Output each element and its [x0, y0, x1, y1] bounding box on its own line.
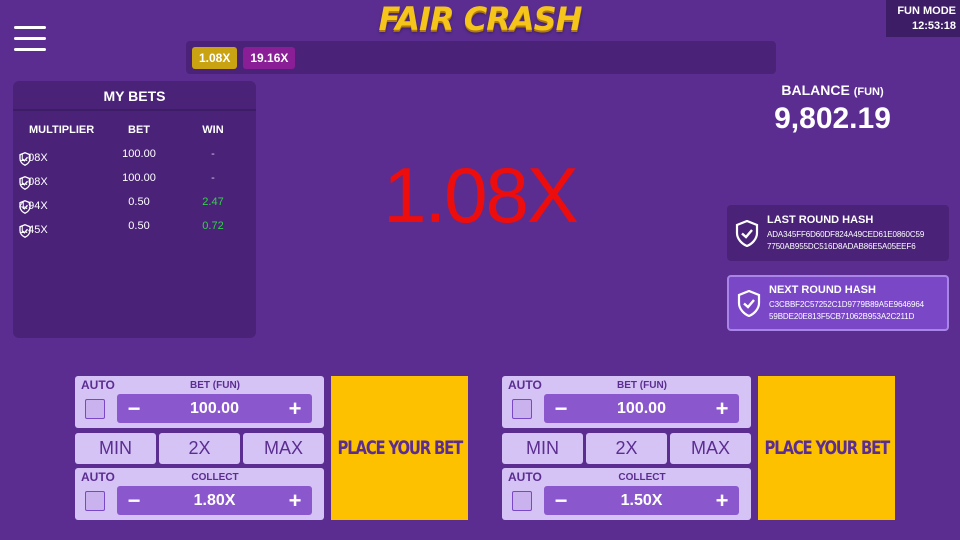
collect-increase-button[interactable]: +: [713, 489, 731, 512]
collect-label: COLLECT: [618, 472, 666, 483]
next-round-hash-line1: C3CBBF2C57252C1D9779B89A5E9646964: [769, 299, 925, 309]
bet-row-win: 2.47: [202, 196, 224, 208]
bet-decrease-button[interactable]: −: [125, 397, 143, 420]
place-bet-button[interactable]: PLACE YOUR BET: [758, 376, 895, 520]
collect-value[interactable]: 1.80X: [194, 492, 236, 510]
current-multiplier: 1.08X: [383, 151, 579, 239]
min-bet-button[interactable]: MIN: [502, 433, 583, 464]
balance-label: BALANCE (FUN): [730, 82, 935, 98]
collect-row: AUTO COLLECT − 1.50X +: [502, 468, 751, 520]
history-chip[interactable]: 19.16X: [243, 46, 296, 69]
collect-decrease-button[interactable]: −: [125, 489, 143, 512]
bet-row: 4.94X 0.50 2.47: [13, 191, 256, 215]
max-bet-button[interactable]: MAX: [243, 433, 324, 464]
last-round-hash-line2: 7750AB955DC516D8ADAB86E5A05EEF6: [767, 241, 916, 251]
collect-row: AUTO COLLECT − 1.80X +: [75, 468, 324, 520]
min-bet-button[interactable]: MIN: [75, 433, 156, 464]
auto-collect-label: AUTO: [508, 470, 542, 484]
header-multiplier: MULTIPLIER: [29, 124, 95, 136]
history-chip[interactable]: 1.08X: [192, 46, 238, 69]
bet-row: 1.08X 100.00 -: [13, 167, 256, 191]
bet-row-multiplier: 1.08X: [19, 152, 48, 164]
bet-row-win: 0.72: [202, 220, 224, 232]
auto-bet-checkbox[interactable]: [512, 399, 532, 419]
auto-bet-label: AUTO: [508, 378, 542, 392]
bet-amount-stepper: − 100.00 +: [117, 394, 312, 423]
place-bet-label: PLACE YOUR BET: [337, 437, 463, 459]
bet-decrease-button[interactable]: −: [552, 397, 570, 420]
last-round-hash-panel: LAST ROUND HASH ADA345FF6D60DF824A49CED6…: [727, 205, 949, 261]
game-logo: FAIR CRASH: [378, 0, 583, 38]
shield-check-icon: [737, 289, 761, 317]
shield-check-icon: [735, 219, 759, 247]
max-bet-button[interactable]: MAX: [670, 433, 751, 464]
fun-mode-label: FUN MODE: [897, 5, 956, 17]
collect-stepper: − 1.80X +: [117, 486, 312, 515]
bet-amount-value[interactable]: 100.00: [617, 400, 666, 418]
bet-amount-value[interactable]: 100.00: [190, 400, 239, 418]
bet-row-multiplier: 4.94X: [19, 200, 48, 212]
bet-row-bet: 100.00: [122, 172, 156, 184]
auto-collect-label: AUTO: [81, 470, 115, 484]
place-bet-button[interactable]: PLACE YOUR BET: [331, 376, 468, 520]
my-bets-title: MY BETS: [13, 81, 256, 111]
bet-amount-row: AUTO BET (FUN) − 100.00 +: [75, 376, 324, 428]
auto-collect-checkbox[interactable]: [512, 491, 532, 511]
fun-mode-badge: FUN MODE 12:53:18: [886, 0, 960, 37]
bet-row-multiplier: 1.45X: [19, 224, 48, 236]
header-bet: BET: [128, 124, 150, 136]
auto-bet-checkbox[interactable]: [85, 399, 105, 419]
header-win: WIN: [202, 124, 224, 136]
next-round-hash-panel: NEXT ROUND HASH C3CBBF2C57252C1D9779B89A…: [727, 275, 949, 331]
last-round-hash-title: LAST ROUND HASH: [767, 213, 874, 226]
double-bet-button[interactable]: 2X: [586, 433, 667, 464]
bet-row-bet: 0.50: [128, 196, 150, 208]
bet-increase-button[interactable]: +: [713, 397, 731, 420]
bet-amount-row: AUTO BET (FUN) − 100.00 +: [502, 376, 751, 428]
bet-row-win: -: [211, 172, 215, 184]
bet-amount-label: BET (FUN): [617, 380, 667, 391]
auto-collect-checkbox[interactable]: [85, 491, 105, 511]
last-round-hash-line1: ADA345FF6D60DF824A49CED61E0860C59: [767, 229, 925, 239]
bet-amount-label: BET (FUN): [190, 380, 240, 391]
clock: 12:53:18: [911, 20, 956, 32]
bet-row-bet: 100.00: [122, 148, 156, 160]
next-round-hash-title: NEXT ROUND HASH: [769, 283, 876, 296]
my-bets-panel: MY BETS MULTIPLIER BET WIN 1.08X 100.00-1…: [13, 81, 256, 338]
multiplier-history-bar: 1.08X 19.16X: [186, 41, 776, 74]
collect-decrease-button[interactable]: −: [552, 489, 570, 512]
balance-label-text: BALANCE: [781, 82, 850, 98]
bet-amount-stepper: − 100.00 +: [544, 394, 739, 423]
bet-row-bet: 0.50: [128, 220, 150, 232]
bet-row-win: -: [211, 148, 215, 160]
place-bet-label: PLACE YOUR BET: [764, 437, 890, 459]
collect-increase-button[interactable]: +: [286, 489, 304, 512]
double-bet-button[interactable]: 2X: [159, 433, 240, 464]
balance-value: 9,802.19: [774, 102, 891, 135]
bet-row: 1.45X 0.50 0.72: [13, 215, 256, 239]
bet-row: 1.08X 100.00 -: [13, 143, 256, 167]
bet-increase-button[interactable]: +: [286, 397, 304, 420]
auto-bet-label: AUTO: [81, 378, 115, 392]
bet-row-multiplier: 1.08X: [19, 176, 48, 188]
hamburger-menu-icon[interactable]: [14, 26, 46, 52]
collect-value[interactable]: 1.50X: [621, 492, 663, 510]
collect-stepper: − 1.50X +: [544, 486, 739, 515]
next-round-hash-line2: 59BDE20E813F5CB71062B953A2C211D: [769, 311, 915, 321]
collect-label: COLLECT: [191, 472, 239, 483]
balance-unit: (FUN): [853, 86, 884, 98]
my-bets-header-row: MULTIPLIER BET WIN: [13, 119, 256, 143]
